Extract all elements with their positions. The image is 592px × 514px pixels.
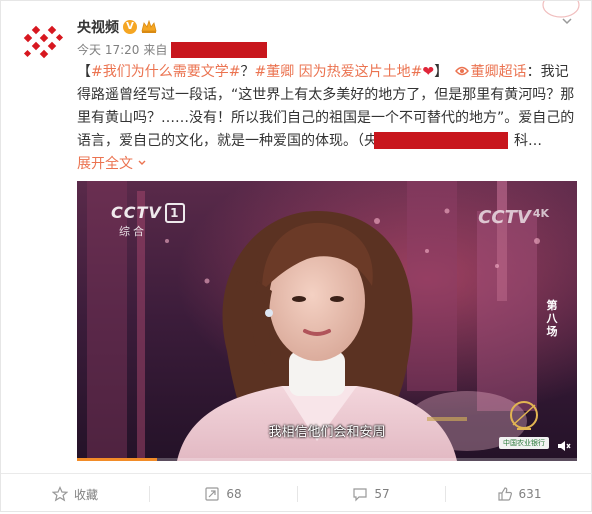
video-progress-fill [77, 458, 157, 461]
episode-label: 第八场 [546, 299, 558, 338]
post-time[interactable]: 今天 17:20 [77, 41, 139, 58]
favorite-label: 收藏 [73, 487, 98, 502]
supertopic-link[interactable]: 董卿超话 [471, 64, 527, 80]
separator: ？ [240, 64, 255, 80]
channel-number: 1 [164, 203, 185, 223]
sponsor-badge: 中国农业银行 [499, 437, 549, 449]
redacted-source [171, 41, 268, 58]
video-player[interactable]: CCTV 1 综合 CCTV 4K 第八场 我相信他们会和安周 中国农业银行 [77, 181, 577, 461]
chevron-down-icon[interactable] [561, 15, 573, 27]
like-button[interactable]: 631 [445, 474, 592, 514]
favorite-button[interactable]: 收藏 [1, 474, 149, 514]
redacted-attribution: 央视频 [364, 130, 508, 153]
post-text: 【#我们为什么需要文学#？#董卿 因为热爱这片土地#❤】 董卿超话：我记得路遥曾… [77, 61, 577, 176]
channel-subtitle: 综合 [119, 225, 147, 238]
bracket-close: 】 [434, 64, 449, 80]
comment-icon [353, 488, 367, 502]
comment-button[interactable]: 57 [297, 474, 445, 514]
hashtag-link[interactable]: #我们为什么需要文学# [91, 64, 240, 80]
comment-count: 57 [374, 487, 390, 501]
repost-button[interactable]: 68 [149, 474, 297, 514]
broadcaster-logo-suffix: 4K [532, 207, 549, 220]
chevron-down-icon[interactable] [137, 158, 147, 168]
action-bar: 收藏 68 57 631 [1, 473, 592, 514]
redaction-bar [374, 132, 508, 149]
post-body-end: 科… [514, 133, 542, 149]
author-name[interactable]: 央视频 [77, 17, 119, 37]
show-logo [510, 401, 538, 430]
bracket-open: 【 [77, 64, 91, 80]
star-icon [51, 486, 68, 502]
mute-icon[interactable] [557, 439, 571, 453]
broadcaster-watermark: CCTV 4K [478, 207, 549, 228]
channel-logo-text: CCTV [111, 203, 162, 222]
hashtag-link[interactable]: #董卿 因为热爱这片土地# [254, 64, 422, 80]
like-count: 631 [518, 487, 542, 501]
topic-icon [454, 66, 469, 76]
video-progress-bar[interactable] [77, 458, 577, 461]
broadcaster-logo-text: CCTV [478, 207, 531, 228]
member-crown-icon [141, 20, 157, 33]
repost-count: 68 [226, 487, 242, 501]
like-icon [497, 487, 512, 501]
verified-badge-icon: V [123, 20, 137, 34]
source-prefix: 来自 [143, 43, 168, 57]
post-meta: 今天 17:20 来自 [77, 41, 268, 58]
repost-icon [205, 487, 219, 501]
expand-text-link[interactable]: 展开全文 [77, 156, 133, 172]
avatar[interactable] [21, 19, 65, 63]
heart-emoji: ❤ [422, 64, 435, 80]
channel-logo: CCTV 1 [111, 203, 185, 223]
weibo-card: 央视频 V 今天 17:20 来自 【#我们为什么需要文学#？#董卿 因为热爱这… [0, 0, 592, 512]
author-row: 央视频 V [77, 17, 157, 37]
